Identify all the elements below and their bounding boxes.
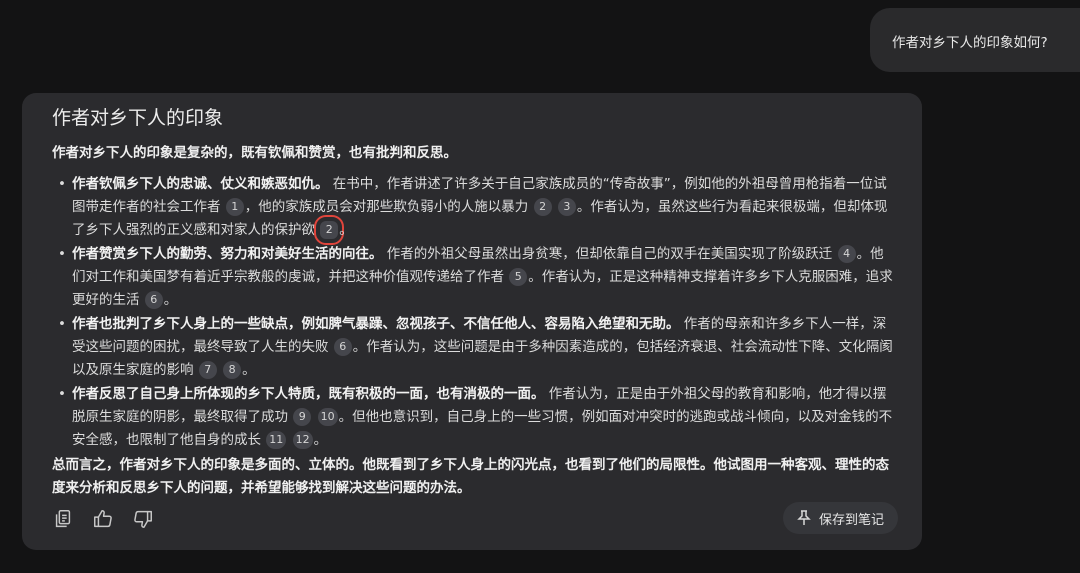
citation-chip[interactable]: 6 <box>144 291 163 309</box>
citation-chip-highlighted[interactable]: 2 <box>314 215 345 245</box>
bullet-dot: • <box>58 246 66 262</box>
bullet-text: 。 <box>242 362 256 378</box>
response-actions <box>52 508 154 530</box>
save-to-notes-label: 保存到笔记 <box>818 512 884 528</box>
citation-chip[interactable]: 12 <box>292 431 313 449</box>
bullet-text: 作者的外祖父母虽然出身贫寒，但却依靠自己的双手在美国实现了阶级跃迁 <box>386 246 833 262</box>
thumbs-down-icon[interactable] <box>132 508 154 530</box>
citation-chip[interactable]: 4 <box>837 245 856 263</box>
response-intro: 作者对乡下人的印象是复杂的，既有钦佩和赞赏，也有批判和反思。 <box>52 145 457 161</box>
response-card: 作者对乡下人的印象 作者对乡下人的印象是复杂的，既有钦佩和赞赏，也有批判和反思。… <box>22 93 922 550</box>
bullet-dot: • <box>58 316 66 332</box>
bullet-list: • 作者钦佩乡下人的忠诚、仗义和嫉恶如仇。 在书中，作者讲述了许多关于自己家族成… <box>52 173 894 452</box>
user-message-bubble: 作者对乡下人的印象如何? <box>870 8 1080 72</box>
bullet-lead: 作者反思了自己身上所体现的乡下人特质，既有积极的一面，也有消极的一面。 <box>72 386 545 402</box>
citation-chip[interactable]: 10 <box>317 408 338 426</box>
pin-icon <box>797 510 811 525</box>
bullet-text: 。 <box>313 432 328 448</box>
citation-chip[interactable]: 3 <box>557 198 576 216</box>
copy-icon[interactable] <box>52 508 74 530</box>
bullet-lead: 作者也批判了乡下人身上的一些缺点，例如脾气暴躁、忽视孩子、不信任他人、容易陷入绝… <box>72 316 680 332</box>
bullet-text: 。 <box>163 292 178 308</box>
bullet-item: • 作者钦佩乡下人的忠诚、仗义和嫉恶如仇。 在书中，作者讲述了许多关于自己家族成… <box>52 173 894 245</box>
citation-chip[interactable]: 5 <box>509 268 528 286</box>
user-message-text: 作者对乡下人的印象如何? <box>892 35 1048 51</box>
bullet-item: • 作者也批判了乡下人身上的一些缺点，例如脾气暴躁、忽视孩子、不信任他人、容易陷… <box>52 313 894 382</box>
bullet-text: ，他的家族成员会对那些欺负弱小的人施以暴力 <box>244 199 529 215</box>
response-summary: 总而言之，作者对乡下人的印象是多面的、立体的。他既看到了乡下人身上的闪光点，也看… <box>52 457 889 496</box>
save-to-notes-button[interactable]: 保存到笔记 <box>782 502 898 534</box>
citation-chip[interactable]: 11 <box>266 431 287 449</box>
bullet-item: • 作者反思了自己身上所体现的乡下人特质，既有积极的一面，也有消极的一面。 作者… <box>52 383 894 452</box>
citation-chip[interactable]: 8 <box>223 361 242 379</box>
bullet-dot: • <box>58 176 66 192</box>
citation-chip[interactable]: 6 <box>333 338 352 356</box>
bullet-lead: 作者钦佩乡下人的忠诚、仗义和嫉恶如仇。 <box>72 176 329 192</box>
bullet-item: • 作者赞赏乡下人的勤劳、努力和对美好生活的向往。 作者的外祖父母虽然出身贫寒，… <box>52 243 894 312</box>
citation-chip[interactable]: 1 <box>225 198 244 216</box>
bullet-text: 。 <box>339 222 353 238</box>
citation-chip[interactable]: 7 <box>198 361 217 379</box>
thumbs-up-icon[interactable] <box>92 508 114 530</box>
citation-chip[interactable]: 2 <box>533 198 552 216</box>
bullet-lead: 作者赞赏乡下人的勤劳、努力和对美好生活的向往。 <box>72 246 383 262</box>
citation-chip[interactable]: 9 <box>293 408 312 426</box>
response-title: 作者对乡下人的印象 <box>52 107 224 129</box>
bullet-dot: • <box>58 386 66 402</box>
